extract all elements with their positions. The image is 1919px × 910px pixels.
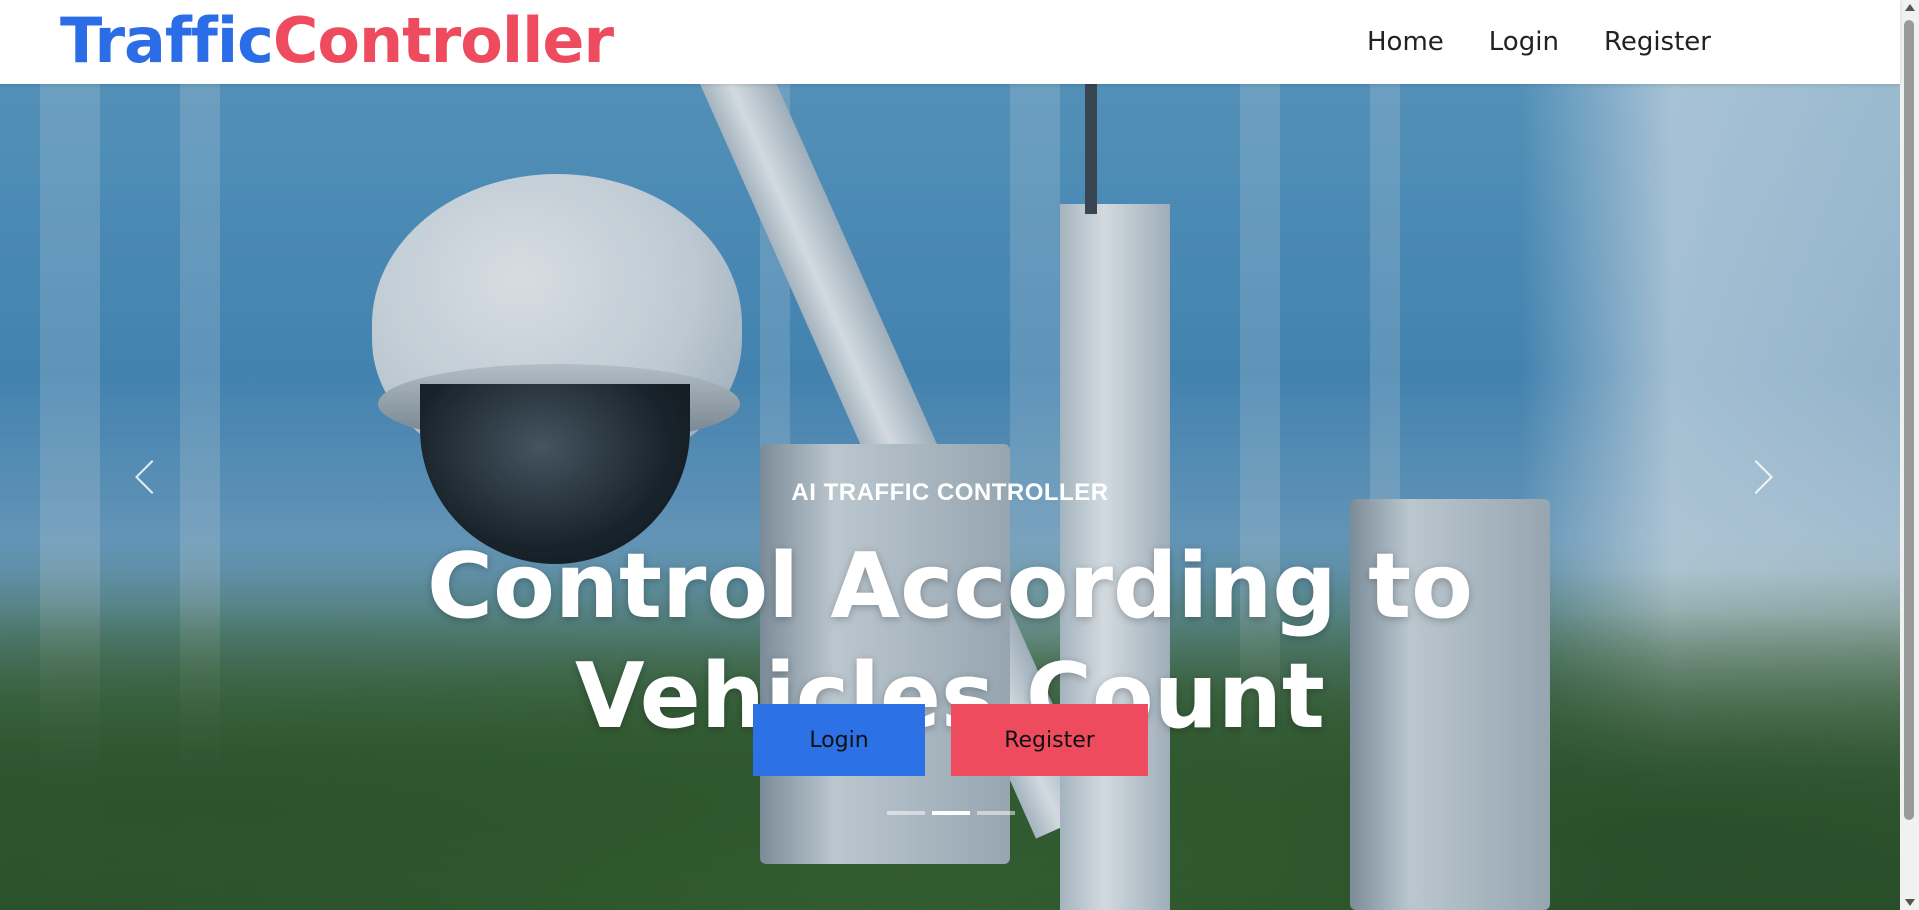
- hero-headline-line1: Control According to: [427, 534, 1473, 639]
- main-nav: Home Login Register: [1367, 26, 1756, 58]
- scrollbar-thumb[interactable]: [1904, 20, 1914, 820]
- hero-carousel: AI TRAFFIC CONTROLLER Control According …: [0, 84, 1900, 910]
- brand-logo[interactable]: TrafficController: [60, 4, 614, 77]
- hero-headline-line2: Vehicles Count: [575, 644, 1325, 749]
- vertical-scrollbar[interactable]: [1900, 0, 1919, 910]
- brand-part-controller: Controller: [272, 4, 614, 77]
- hero-login-button[interactable]: Login: [753, 704, 925, 776]
- carousel-indicator[interactable]: [977, 811, 1015, 815]
- brand-part-traffic: Traffic: [60, 4, 274, 77]
- carousel-indicator-active[interactable]: [932, 811, 970, 815]
- hero-eyebrow: AI TRAFFIC CONTROLLER: [791, 479, 1109, 506]
- scroll-down-icon[interactable]: [1905, 899, 1915, 906]
- hero-headline: Control According to Vehicles Count: [0, 532, 1900, 752]
- nav-login-link[interactable]: Login: [1489, 26, 1559, 58]
- carousel-indicators: [887, 811, 1022, 815]
- nav-home-link[interactable]: Home: [1367, 26, 1444, 58]
- navbar: TrafficController Home Login Register: [0, 0, 1900, 84]
- carousel-indicator[interactable]: [887, 811, 925, 815]
- hero-register-button[interactable]: Register: [951, 704, 1148, 776]
- nav-register-link[interactable]: Register: [1604, 26, 1711, 58]
- scroll-up-icon[interactable]: [1905, 4, 1915, 11]
